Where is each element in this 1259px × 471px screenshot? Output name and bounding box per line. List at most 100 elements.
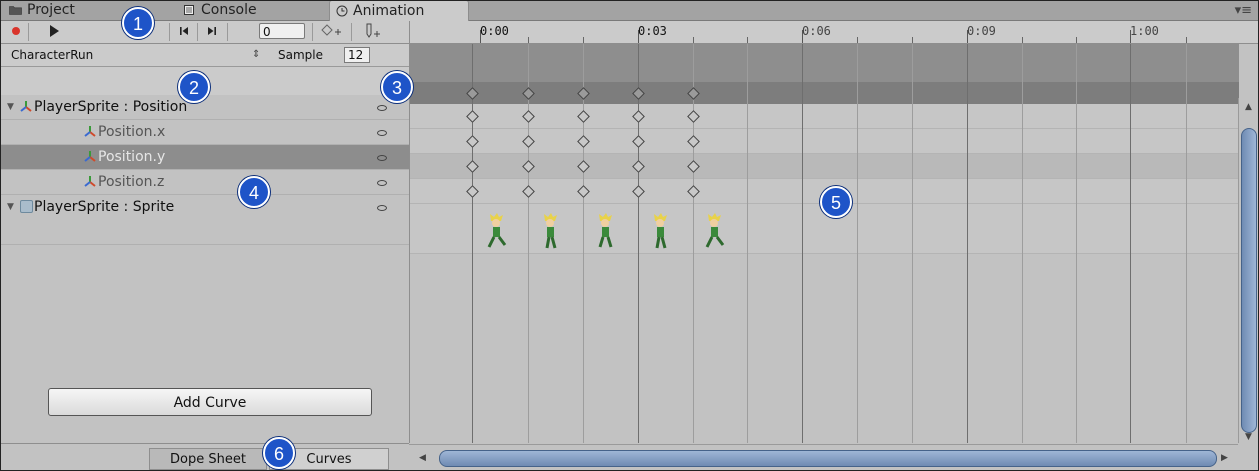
- callout-badge: 1: [122, 7, 154, 39]
- ruler-tick: [747, 37, 748, 43]
- add-event-button[interactable]: [361, 23, 385, 41]
- callout-badge: 5: [820, 186, 852, 218]
- play-button[interactable]: [43, 23, 65, 41]
- scroll-down-icon[interactable]: ▼: [1245, 432, 1252, 442]
- callout-badge: 6: [263, 437, 295, 469]
- property-row[interactable]: Position.z: [1, 170, 409, 195]
- frame-gridline: [1186, 44, 1187, 443]
- dope-sheet-timeline[interactable]: [409, 44, 1239, 443]
- dropdown-arrows-icon: ⇕: [252, 49, 261, 60]
- scroll-up-icon[interactable]: ▲: [1245, 102, 1252, 112]
- transform-icon: [84, 151, 96, 162]
- callout-badge: 4: [238, 176, 270, 208]
- ruler-label: 1:00: [1130, 24, 1159, 38]
- summary-track: [410, 44, 1239, 82]
- frame-field[interactable]: 0: [259, 23, 305, 39]
- sprite-frame-thumbnail[interactable]: [648, 212, 672, 252]
- clip-selector[interactable]: CharacterRun: [5, 46, 265, 64]
- horizontal-scroll-thumb[interactable]: [439, 450, 1217, 467]
- tab-console-label: Console: [201, 2, 257, 18]
- frame-gridline: [528, 44, 529, 443]
- next-keyframe-button[interactable]: [201, 23, 223, 41]
- scroll-left-icon[interactable]: ◀: [419, 453, 426, 463]
- ruler-label: 0:09: [967, 24, 996, 38]
- tab-bar: Project Console Animation ▾≡: [1, 1, 1258, 22]
- play-icon: [49, 25, 59, 37]
- callout-badge: 3: [381, 71, 413, 103]
- tab-console[interactable]: Console: [177, 1, 257, 20]
- dope-sheet-tab[interactable]: Dope Sheet: [149, 448, 267, 470]
- frame-gridline: [1076, 44, 1077, 443]
- frame-gridline: [693, 44, 694, 443]
- sprite-frame-thumbnail[interactable]: [702, 212, 726, 252]
- property-label: Position.z: [98, 174, 165, 190]
- animation-toolbar: 0: [1, 21, 409, 44]
- ruler-tick: [912, 37, 913, 43]
- toolbar-divider: [312, 23, 313, 41]
- sprite-frame-thumbnail[interactable]: [538, 212, 562, 252]
- property-row[interactable]: Position.x: [1, 120, 409, 145]
- add-keyframe-icon: [321, 24, 341, 36]
- frame-gridline: [1130, 44, 1131, 443]
- frame-gridline: [583, 44, 584, 443]
- frame-gridline: [802, 44, 803, 443]
- callout-badge: 2: [178, 71, 210, 103]
- ruler-tick: [1186, 37, 1187, 43]
- timeline-ruler[interactable]: 0:00 0:03 0:06 0:09 1:00: [409, 21, 1258, 44]
- animation-window: Project Console Animation ▾≡ 0 0:00 0:03…: [0, 0, 1259, 471]
- keyframe-toggle-icon[interactable]: [377, 130, 387, 136]
- toolbar-divider: [227, 23, 228, 41]
- frame-gridline: [638, 44, 639, 443]
- foldout-arrow-icon[interactable]: ▼: [7, 195, 14, 220]
- frame-gridline: [747, 44, 748, 443]
- vertical-scrollbar[interactable]: ▲ ▼: [1238, 98, 1258, 443]
- console-icon: [184, 5, 194, 15]
- frame-gridline: [912, 44, 913, 443]
- sprite-frame-thumbnail[interactable]: [484, 212, 508, 252]
- property-row[interactable]: ▼ PlayerSprite : Sprite: [1, 195, 409, 245]
- record-button[interactable]: [5, 23, 27, 41]
- sprite-frame-thumbnail[interactable]: [593, 212, 617, 252]
- tab-project[interactable]: Project: [3, 1, 75, 20]
- ruler-label: 0:03: [638, 24, 667, 38]
- window-menu-icon[interactable]: ▾≡: [1235, 3, 1252, 18]
- record-icon: [12, 27, 20, 35]
- toolbar-divider: [197, 23, 198, 41]
- ruler-label: 0:06: [802, 24, 831, 38]
- property-label: PlayerSprite : Position: [34, 99, 188, 115]
- frame-gridline: [857, 44, 858, 443]
- ruler-label: 0:00: [480, 24, 509, 38]
- add-curve-button[interactable]: Add Curve: [48, 388, 372, 416]
- keyframe-toggle-icon[interactable]: [377, 155, 387, 161]
- view-mode-bar: Dope Sheet Curves: [1, 443, 409, 470]
- prev-keyframe-button[interactable]: [173, 23, 195, 41]
- keyframe-toggle-icon[interactable]: [377, 105, 387, 111]
- tab-animation[interactable]: Animation: [329, 1, 469, 22]
- ruler-tick: [857, 37, 858, 43]
- property-row-selected[interactable]: Position.y: [1, 145, 409, 170]
- transform-icon: [84, 176, 96, 187]
- frame-gridline: [472, 44, 473, 443]
- property-label: Position.x: [98, 124, 166, 140]
- property-label: PlayerSprite : Sprite: [34, 199, 175, 215]
- scroll-right-icon[interactable]: ▶: [1221, 453, 1228, 463]
- next-keyframe-icon: [208, 27, 216, 35]
- horizontal-scrollbar[interactable]: ◀ ▶: [409, 444, 1238, 470]
- property-hierarchy: ▼ PlayerSprite : Position Position.x Pos…: [1, 95, 410, 443]
- ruler-tick: [1076, 37, 1077, 43]
- sample-rate-field[interactable]: 12: [344, 47, 370, 63]
- property-label: Position.y: [98, 149, 166, 165]
- property-row[interactable]: ▼ PlayerSprite : Position: [1, 95, 409, 120]
- ruler-tick: [693, 37, 694, 43]
- prev-keyframe-icon: [180, 27, 188, 35]
- transform-icon: [20, 101, 32, 112]
- keyframe-toggle-icon[interactable]: [377, 205, 387, 211]
- sprite-renderer-icon: [20, 200, 33, 213]
- clip-row: CharacterRun ⇕ Sample 12: [1, 44, 409, 67]
- frame-gridline: [1022, 44, 1023, 443]
- keyframe-toggle-icon[interactable]: [377, 180, 387, 186]
- foldout-arrow-icon[interactable]: ▼: [7, 95, 14, 120]
- vertical-scroll-thumb[interactable]: [1241, 128, 1257, 433]
- add-keyframe-button[interactable]: [319, 23, 345, 41]
- frame-gridline: [967, 44, 968, 443]
